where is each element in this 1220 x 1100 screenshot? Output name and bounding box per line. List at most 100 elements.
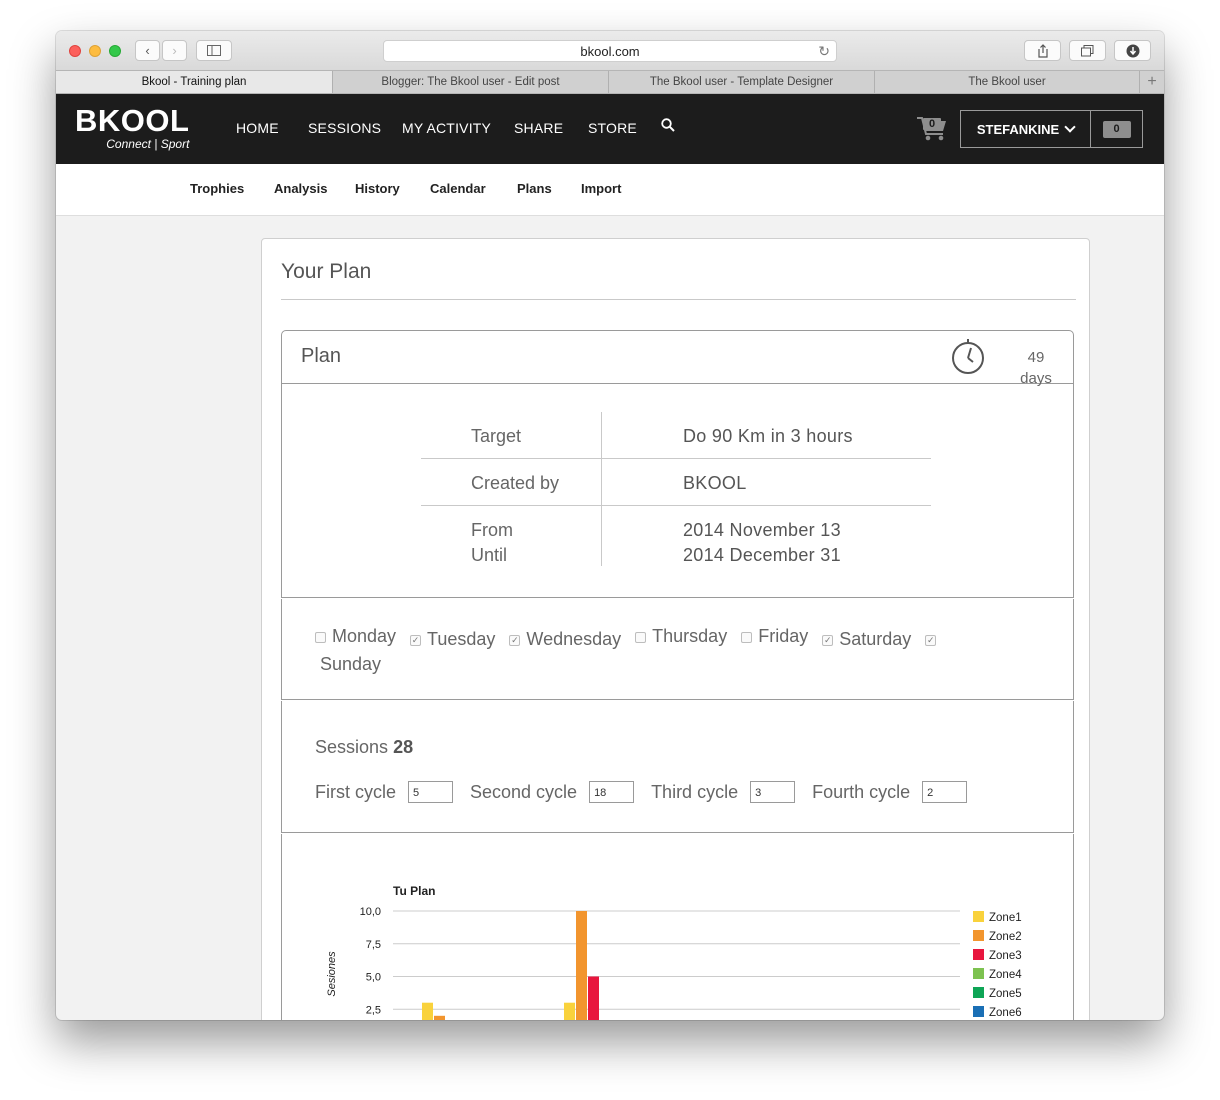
browser-tab-2[interactable]: Blogger: The Bkool user - Edit post	[333, 71, 609, 93]
nav-sessions[interactable]: SESSIONS	[308, 120, 381, 136]
legend-label-zone6: Zone6	[989, 1007, 1022, 1019]
weekday-label: Thursday	[652, 626, 728, 646]
weekday-sunday[interactable]: ✓	[925, 634, 942, 646]
activity-subnav: Trophies Analysis History Calendar Plans…	[56, 164, 1164, 216]
created-by-value: BKOOL	[683, 473, 747, 493]
share-button[interactable]	[1024, 40, 1061, 61]
legend-swatch-zone1	[973, 911, 984, 922]
chart-y-tick-label: 5,0	[366, 972, 381, 984]
subnav-plans[interactable]: Plans	[517, 181, 552, 196]
target-label: Target	[471, 426, 522, 446]
chevron-right-icon: ›	[172, 43, 177, 58]
subnav-history[interactable]: History	[355, 181, 400, 196]
weekday-saturday[interactable]: ✓ Saturday	[822, 627, 911, 652]
reload-icon[interactable]: ↻	[818, 43, 830, 60]
browser-tab-bar: Bkool - Training plan Blogger: The Bkool…	[56, 70, 1164, 94]
weekday-checkbox[interactable]: ✓	[822, 635, 834, 646]
close-window-button[interactable]	[69, 45, 81, 57]
plan-title: Plan	[301, 345, 342, 367]
sessions-value: 28	[393, 737, 414, 757]
legend-swatch-zone6	[973, 1006, 984, 1017]
cycle-2-input[interactable]: 18	[589, 781, 635, 803]
target-value: Do 90 Km in 3 hours	[683, 426, 853, 446]
chevron-down-icon	[1064, 120, 1076, 133]
weekday-checkbox[interactable]: ✓	[509, 635, 521, 646]
cycle-4-input[interactable]: 2	[922, 781, 968, 803]
zoom-window-button[interactable]	[109, 45, 121, 57]
weekday-checkbox[interactable]: ✓	[925, 635, 937, 646]
cycle-1-input[interactable]: 5	[408, 781, 453, 803]
chart-y-tick-label: 10,0	[360, 906, 381, 918]
nav-my-activity[interactable]: MY ACTIVITY	[402, 120, 491, 136]
cycle-3-input[interactable]: 3	[750, 781, 796, 803]
sidebar-icon	[207, 45, 221, 56]
nav-store[interactable]: STORE	[588, 120, 637, 136]
weekday-tuesday[interactable]: ✓ Tuesday	[410, 627, 495, 652]
browser-tab-1[interactable]: Bkool - Training plan	[56, 71, 333, 93]
weekday-label: Tuesday	[427, 629, 496, 649]
weekday-label-sunday: Sunday	[320, 654, 382, 674]
weekday-wednesday[interactable]: ✓ Wednesday	[509, 627, 621, 652]
legend-swatch-zone5	[973, 987, 984, 998]
subnav-calendar[interactable]: Calendar	[430, 181, 486, 196]
weekday-label: Wednesday	[526, 629, 622, 649]
user-menu-button[interactable]: STEFANKINE	[961, 111, 1091, 147]
tabs-icon	[1081, 44, 1094, 56]
cycle-label: Second cycle	[470, 781, 578, 802]
subnav-trophies[interactable]: Trophies	[190, 181, 244, 196]
weekday-friday[interactable]: Friday	[741, 624, 808, 649]
chart-bar-zone1-1	[422, 1002, 433, 1020]
address-bar[interactable]: bkool.com ↻	[383, 40, 837, 62]
legend-label-zone3: Zone3	[989, 950, 1022, 962]
search-icon[interactable]	[661, 118, 675, 132]
site-header: BKOOL Connect | Sport HOME SESSIONS MY A…	[56, 94, 1164, 164]
logo-main-text: BKOOL	[75, 103, 190, 138]
legend-label-zone5: Zone5	[989, 988, 1022, 1000]
username: STEFANKINE	[976, 121, 1060, 137]
legend-label-zone2: Zone2	[989, 931, 1022, 943]
back-button[interactable]: ‹	[135, 40, 160, 61]
tabs-overview-button[interactable]	[1069, 40, 1106, 61]
subnav-analysis[interactable]: Analysis	[274, 181, 327, 196]
nav-home[interactable]: HOME	[236, 120, 279, 136]
from-label: From	[471, 520, 513, 540]
subnav-import[interactable]: Import	[581, 181, 621, 196]
weekday-checkbox[interactable]: ✓	[410, 635, 422, 646]
chart-section: Tu Plan Sesiones 2,5 5,0 7,5 10,0 Zone1 Zone2 Zo…	[281, 834, 1074, 1020]
messages-button[interactable]: 0	[1091, 111, 1142, 147]
info-row-dates: From Until 2014 November 13 2014 Decembe…	[421, 506, 931, 566]
weekday-label: Monday	[332, 626, 397, 646]
messages-count-badge: 0	[1102, 120, 1131, 138]
legend-label-zone4: Zone4	[989, 969, 1022, 981]
days-count: 49	[1027, 349, 1045, 366]
sidebar-toggle-button[interactable]	[196, 40, 232, 61]
sessions-section: Sessions 28 First cycle 5 Second cycle 18 Th…	[281, 701, 1074, 833]
chart-bar-zone2-2	[576, 911, 587, 1020]
cycle-label: First cycle	[315, 781, 396, 802]
created-by-label: Created by	[471, 473, 560, 493]
plan-chart: Tu Plan Sesiones 2,5 5,0 7,5 10,0 Zone1 Zone2 Zo…	[326, 884, 1022, 1020]
plan-card: Your Plan Plan 49 days Target Do 90 Km i…	[261, 238, 1090, 1020]
bkool-logo[interactable]: BKOOL Connect | Sport	[75, 103, 190, 151]
weekday-checkbox[interactable]	[315, 632, 326, 643]
forward-button[interactable]: ›	[162, 40, 187, 61]
chart-bar-zone3-2	[588, 976, 599, 1020]
legend-swatch-zone4	[973, 968, 984, 979]
weekday-monday[interactable]: Monday	[315, 624, 396, 649]
weekday-checkbox[interactable]	[741, 632, 753, 643]
weekday-checkbox[interactable]	[635, 632, 647, 643]
downloads-button[interactable]	[1114, 40, 1151, 61]
minimize-window-button[interactable]	[89, 45, 101, 57]
browser-window: ‹ › bkool.com ↻ Bkool - Training plan Bl…	[56, 31, 1164, 1020]
info-row-created-by: Created by BKOOL	[421, 459, 931, 506]
cart-count-badge: 0	[923, 118, 941, 130]
browser-tab-3[interactable]: The Bkool user - Template Designer	[609, 71, 875, 93]
nav-share[interactable]: SHARE	[514, 120, 563, 136]
stopwatch-icon	[952, 339, 984, 374]
new-tab-button[interactable]: +	[1140, 71, 1164, 93]
browser-tab-4[interactable]: The Bkool user	[875, 71, 1140, 93]
until-value: 2014 December 31	[683, 545, 841, 565]
weekday-thursday[interactable]: Thursday	[635, 624, 727, 649]
legend-label-zone1: Zone1	[989, 912, 1022, 924]
plan-info-table: Target Do 90 Km in 3 hours Created by BK…	[421, 412, 931, 566]
